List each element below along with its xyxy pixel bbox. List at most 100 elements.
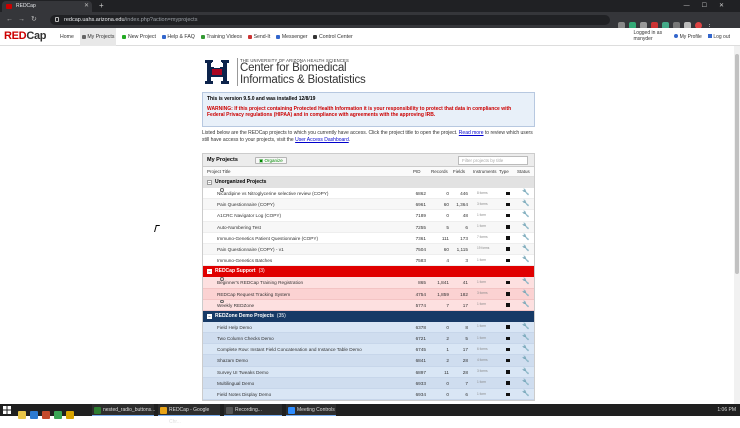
project-instruments[interactable]: 8 forms xyxy=(477,191,488,195)
nav-my-projects[interactable]: My Projects xyxy=(79,28,117,46)
project-instruments[interactable]: 1 form xyxy=(477,324,486,328)
project-instruments[interactable]: 1 form xyxy=(477,302,486,306)
table-row[interactable]: Multilingual Demo 6933 0 7 1 form 🔧 xyxy=(203,377,534,389)
collapse-toggle-icon[interactable]: − xyxy=(207,313,212,319)
col-records[interactable]: Records xyxy=(431,169,448,174)
reload-icon[interactable]: ↻ xyxy=(31,12,37,28)
table-row[interactable]: Beginner's REDCap Training Registration 8… xyxy=(203,277,534,289)
address-bar[interactable]: redcap.uahs.arizona.edu/index.php?action… xyxy=(50,15,610,25)
window-app-icon xyxy=(226,406,233,414)
project-instruments[interactable]: 3 forms xyxy=(477,202,488,206)
col-type[interactable]: Type xyxy=(499,169,509,174)
project-instruments[interactable]: 1 form xyxy=(477,213,486,217)
nav-item-icon xyxy=(122,34,127,39)
taskbar-window-button[interactable]: nested_radio_buttons... xyxy=(92,404,156,416)
table-row[interactable]: Complete Row: Instant Field Concatenatio… xyxy=(203,344,534,356)
project-instruments[interactable]: 6 forms xyxy=(477,347,488,351)
scrollbar-thumb[interactable] xyxy=(735,54,739,274)
col-fields[interactable]: Fields xyxy=(453,169,465,174)
system-tray: 1:06 PM xyxy=(717,404,736,416)
project-instruments[interactable]: 1 form xyxy=(477,224,486,228)
back-icon[interactable]: ← xyxy=(6,12,13,28)
project-fields: 173 xyxy=(460,235,468,241)
collapse-toggle-icon[interactable]: − xyxy=(207,269,212,275)
table-row[interactable]: Survey UI Tweaks Demo 6897 11 28 3 forms 🔧 xyxy=(203,366,534,378)
pinned-app-icon[interactable] xyxy=(66,411,74,419)
pinned-app-icon[interactable] xyxy=(42,411,50,419)
col-status[interactable]: Status xyxy=(517,169,530,174)
project-folder-header[interactable]: − Unorganized Projects xyxy=(203,177,534,188)
taskbar-window-button[interactable]: REDCap - Google Chr... xyxy=(158,404,220,425)
close-tab-icon[interactable]: ✕ xyxy=(84,1,89,12)
project-instruments[interactable]: 1 form xyxy=(477,258,486,262)
collapse-toggle-icon[interactable]: − xyxy=(207,180,212,185)
project-instruments[interactable]: 3 forms xyxy=(477,369,488,373)
col-pid[interactable]: PID xyxy=(413,169,421,174)
project-instruments[interactable]: 1 form xyxy=(477,380,486,384)
project-folder-header[interactable]: − REDZone Demo Projects (35) xyxy=(203,310,534,322)
project-instruments[interactable]: 7 forms xyxy=(477,235,488,239)
classic-project-icon xyxy=(506,370,510,374)
taskbar-window-button[interactable]: Meeting Controls xyxy=(286,404,336,416)
nav-home[interactable]: Home xyxy=(60,28,74,46)
table-row[interactable]: Pain Questionnaire (COPY) 6961 60 1,364 3 fo… xyxy=(203,199,534,211)
window-controls[interactable]: —☐✕ xyxy=(684,0,736,12)
read-more-link[interactable]: Read more xyxy=(459,130,484,136)
clock[interactable]: 1:06 PM xyxy=(717,407,736,413)
project-fields: 3 xyxy=(465,258,468,264)
project-fields: 446 xyxy=(460,191,468,196)
organize-button[interactable]: ▣ Organize xyxy=(255,157,287,164)
browser-tab[interactable]: REDCap ✕ xyxy=(2,1,92,12)
wrench-icon: 🔧 xyxy=(522,257,530,264)
institution-header: THE UNIVERSITY OF ARIZONA HEALTH SCIENCE… xyxy=(202,58,535,92)
project-instruments[interactable]: 1 form xyxy=(477,392,486,396)
project-instruments[interactable]: 1 form xyxy=(477,336,486,340)
file-explorer-icon[interactable] xyxy=(18,411,26,419)
classic-project-icon xyxy=(506,358,510,363)
classic-project-icon xyxy=(506,381,510,385)
project-title: Field Help Demo xyxy=(217,324,252,330)
new-tab-icon[interactable]: + xyxy=(99,0,104,12)
nav-training-videos[interactable]: Training Videos xyxy=(200,28,242,46)
table-row[interactable]: Two Column Checks Demo 6721 2 5 1 form 🔧 xyxy=(203,333,534,345)
col-project-title[interactable]: Project Title xyxy=(207,169,231,174)
table-row[interactable]: REDCap Request Tracking System 4754 1,859 1… xyxy=(203,288,534,300)
table-row[interactable]: Field Help Demo 6378 0 8 1 form 🔧 xyxy=(203,321,534,334)
window-label: nested_radio_buttons... xyxy=(103,407,156,413)
pinned-app-icon[interactable] xyxy=(30,411,38,419)
table-row[interactable]: A1CRC Navigator Log (COPY) 7189 0 48 1 form 🔧 xyxy=(203,210,534,222)
center-name-line2: Informatics & Biostatistics xyxy=(240,73,366,86)
table-row[interactable]: Shazam Demo 6841 2 28 4 forms 🔧 xyxy=(203,355,534,367)
forward-icon[interactable]: → xyxy=(18,12,25,28)
project-instruments[interactable]: 3 forms xyxy=(477,291,488,295)
taskbar-window-button[interactable]: Recording... xyxy=(224,404,282,416)
redcap-logo[interactable]: REDCap xyxy=(4,30,47,42)
nav-help-faq[interactable]: Help & FAQ xyxy=(161,28,195,46)
table-row[interactable]: Immuno-Genetics Batches 7583 4 3 1 form 🔧 xyxy=(203,255,534,267)
table-row[interactable]: Weekly REDZone 5774 7 17 1 form 🔧 xyxy=(203,299,534,311)
table-row[interactable]: Auto-Numbering Test 7255 5 6 1 form 🔧 xyxy=(203,221,534,233)
windows-start-icon[interactable] xyxy=(3,406,11,414)
table-row[interactable]: Pain Questionnaire (COPY) - v1 7504 60 1,11… xyxy=(203,243,534,256)
filter-projects-input[interactable]: Filter projects by title xyxy=(458,156,528,165)
nav-send-it[interactable]: Send-It xyxy=(248,28,270,46)
nav-item-icon xyxy=(276,34,281,39)
survey-icon xyxy=(220,277,224,281)
project-instruments[interactable]: 1 form xyxy=(477,280,486,284)
col-instruments[interactable]: Instruments xyxy=(473,169,497,174)
project-folder-header[interactable]: − REDCap Support (3) xyxy=(203,266,534,278)
log-out-link[interactable]: Log out xyxy=(707,34,730,40)
nav-messenger[interactable]: Messenger xyxy=(276,28,307,46)
project-instruments[interactable]: 4 forms xyxy=(477,358,488,362)
nav-new-project[interactable]: New Project xyxy=(122,28,156,46)
pinned-app-icon[interactable] xyxy=(54,411,62,419)
table-row[interactable]: Immuno-Genetics Patient Questionnaire (C… xyxy=(203,233,534,244)
url-path: /index.php?action=myprojects xyxy=(124,17,198,23)
page-scrollbar[interactable] xyxy=(734,46,740,404)
nav-control-center[interactable]: Control Center xyxy=(313,28,353,46)
user-access-dashboard-link[interactable]: User Access Dashboard xyxy=(295,137,349,143)
table-row[interactable]: Field Notes Display Demo 6934 0 6 1 form 🔧 xyxy=(203,389,534,401)
table-row[interactable]: Nicardipine vs Nitroglycerine selective … xyxy=(203,188,534,200)
my-profile-link[interactable]: My Profile xyxy=(674,34,702,40)
project-instruments[interactable]: 19 forms xyxy=(477,246,489,250)
